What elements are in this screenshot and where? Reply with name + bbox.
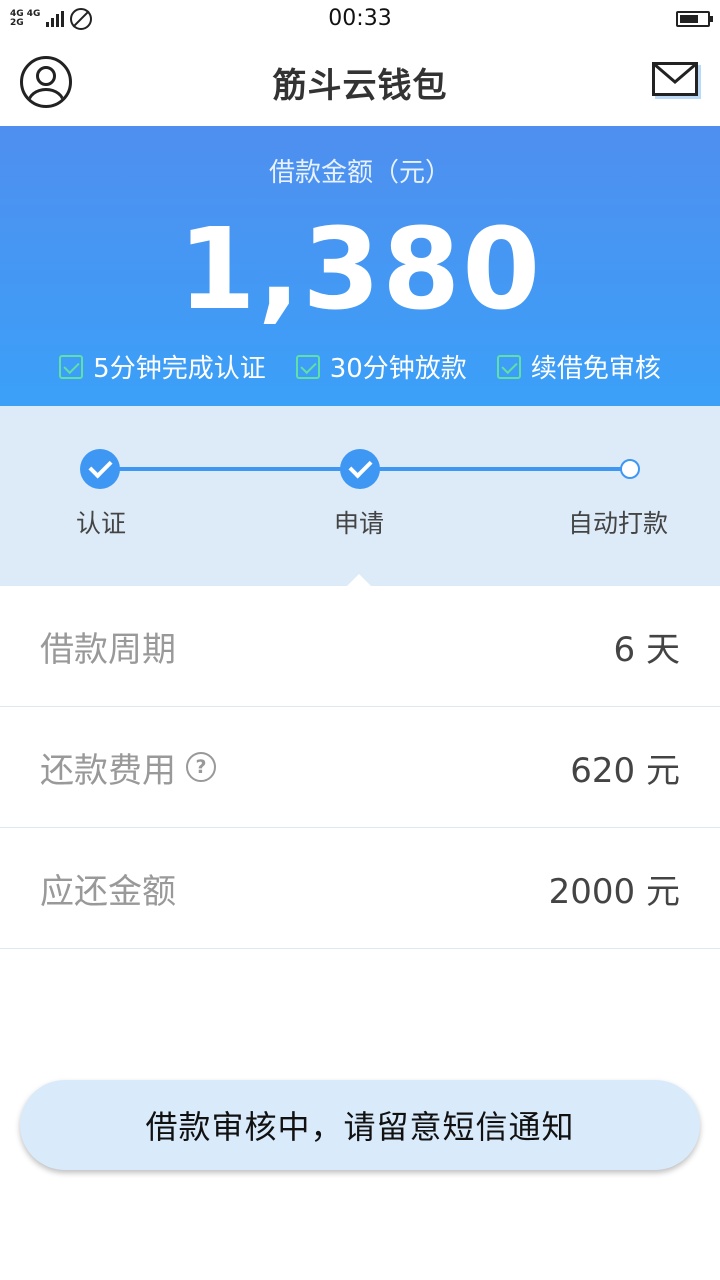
feature-item: 30分钟放款 xyxy=(295,348,467,385)
feature-label: 30分钟放款 xyxy=(329,354,467,384)
feature-label: 5分钟完成认证 xyxy=(93,354,266,384)
step-label-verify: 认证 xyxy=(76,509,127,538)
loan-amount-value: 1,380 xyxy=(177,205,543,335)
help-icon[interactable]: ? xyxy=(186,752,216,782)
detail-value: 2000 元 xyxy=(548,871,680,912)
step-label-apply: 申请 xyxy=(334,509,385,538)
status-bar: 4G 4G 2G 00:33 xyxy=(0,0,720,38)
loan-amount-label: 借款金额（元） xyxy=(268,158,451,188)
step-done-check-icon xyxy=(340,449,380,489)
loan-progress: 认证 申请 自动打款 xyxy=(0,406,720,586)
app-header: 筋斗云钱包 xyxy=(0,38,720,126)
detail-value: 620 元 xyxy=(570,750,680,791)
detail-value: 6 天 xyxy=(613,629,680,670)
step-label-payout: 自动打款 xyxy=(568,509,669,538)
detail-row-term: 借款周期 6 天 xyxy=(0,586,720,707)
battery-icon xyxy=(676,11,713,27)
page-title: 筋斗云钱包 xyxy=(272,65,448,106)
detail-label: 应还金额 xyxy=(40,871,176,912)
detail-label: 还款费用 xyxy=(40,750,176,791)
detail-row-fee: 还款费用 ? 620 元 xyxy=(0,707,720,828)
check-icon xyxy=(59,354,84,379)
mail-icon[interactable] xyxy=(652,62,698,96)
detail-row-total: 应还金额 2000 元 xyxy=(0,828,720,949)
status-time: 00:33 xyxy=(328,6,392,31)
detail-label: 借款周期 xyxy=(40,629,176,670)
loan-review-status-button[interactable]: 借款审核中，请留意短信通知 xyxy=(20,1080,700,1170)
loan-amount-banner: 借款金额（元） 1,380 5分钟完成认证 30分钟放款 续借免审核 xyxy=(0,126,720,406)
pointer-arrow-icon xyxy=(347,574,371,586)
step-done-check-icon xyxy=(80,449,120,489)
check-icon xyxy=(295,354,320,379)
feature-item: 5分钟完成认证 xyxy=(59,348,266,385)
feature-item: 续借免审核 xyxy=(496,348,661,385)
feature-list: 5分钟完成认证 30分钟放款 续借免审核 xyxy=(0,348,720,385)
user-avatar-icon[interactable] xyxy=(20,56,72,108)
loan-details: 借款周期 6 天 还款费用 ? 620 元 应还金额 2000 元 xyxy=(0,586,720,949)
step-pending-circle-icon xyxy=(620,459,640,479)
detail-label-wrapper: 还款费用 ? xyxy=(40,743,216,792)
feature-label: 续借免审核 xyxy=(530,354,661,384)
check-icon xyxy=(496,354,521,379)
